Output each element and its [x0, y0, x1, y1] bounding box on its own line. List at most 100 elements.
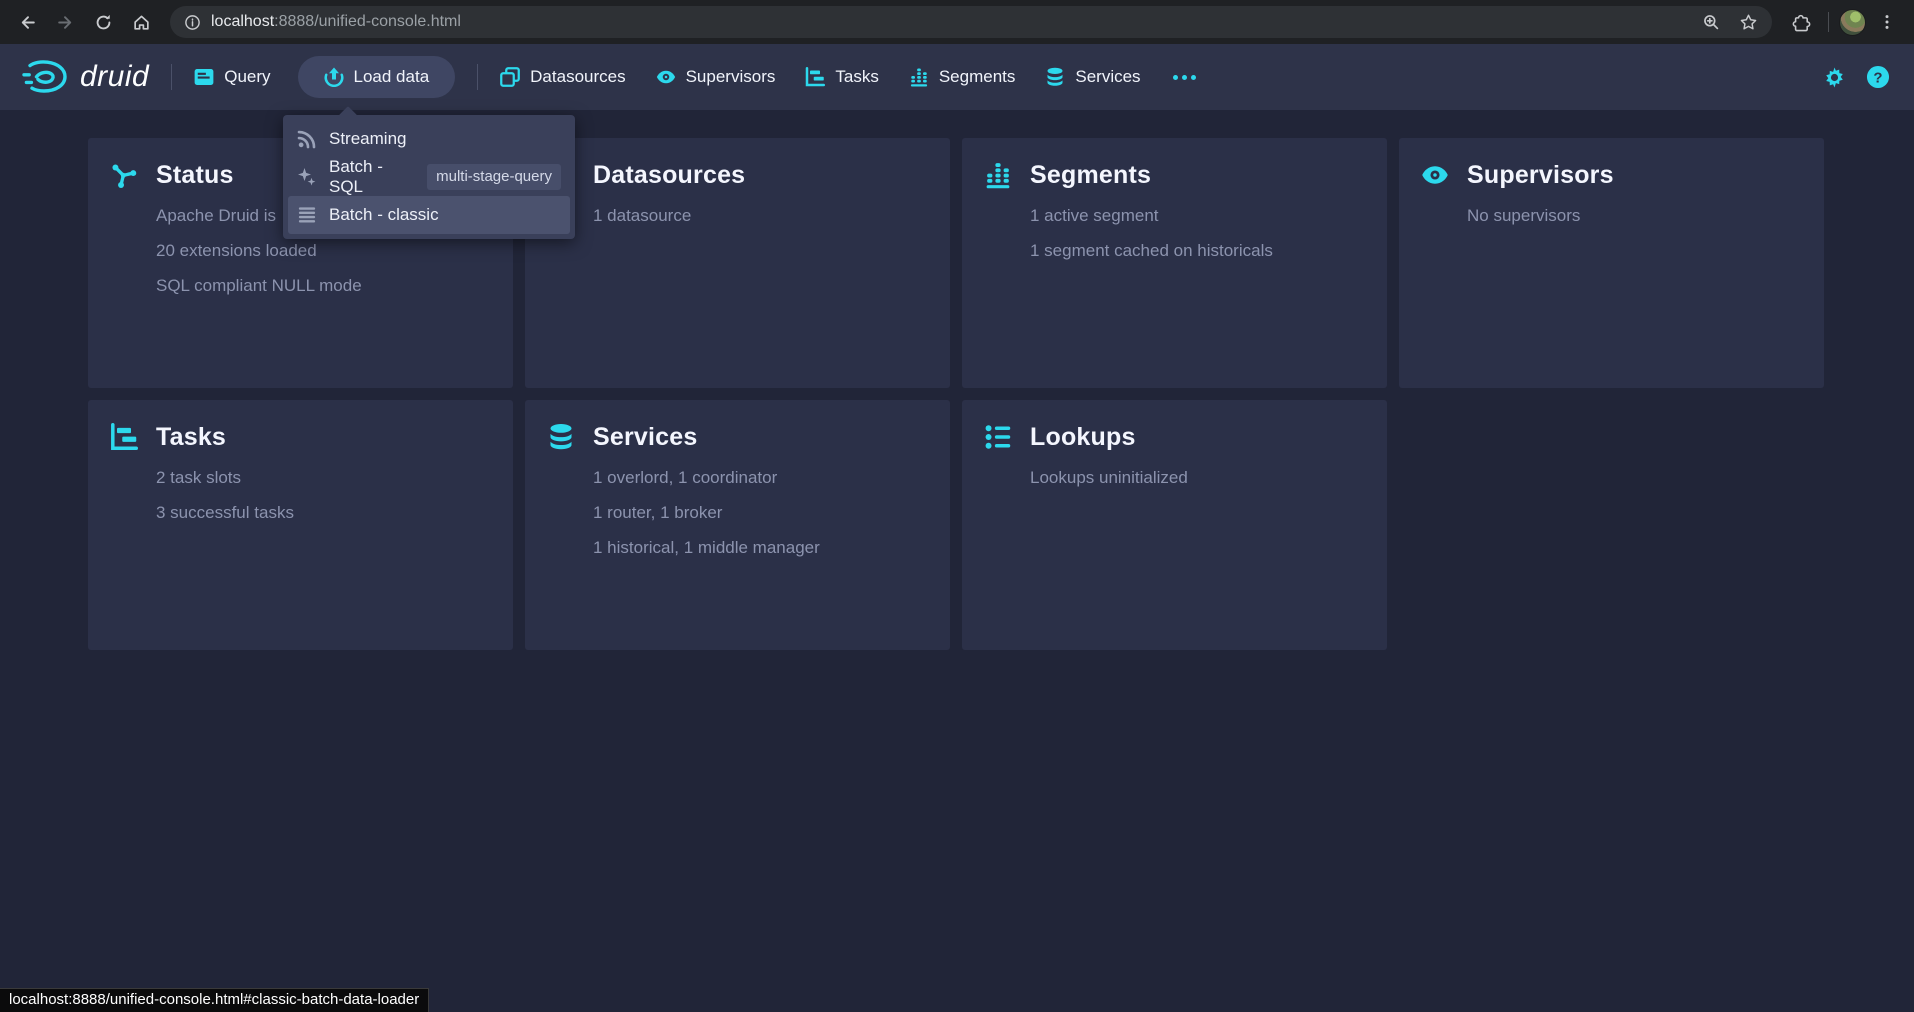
sparkles-icon — [297, 167, 317, 187]
card-title: Services — [593, 423, 697, 452]
settings-gear-button[interactable] — [1823, 66, 1846, 89]
services-database-icon — [1045, 67, 1065, 87]
back-arrow-icon — [18, 13, 37, 32]
nav-item-supervisors[interactable]: Supervisors — [656, 67, 776, 87]
help-question-icon: ? — [1866, 65, 1890, 89]
tasks-card[interactable]: Tasks 2 task slots 3 successful tasks — [88, 400, 513, 650]
card-title: Segments — [1030, 161, 1151, 190]
druid-wordmark: druid — [80, 60, 149, 94]
pulse-status-icon — [110, 161, 138, 189]
stacked-lines-icon — [297, 205, 317, 225]
services-line: 1 historical, 1 middle manager — [593, 530, 932, 565]
browser-profile-avatar[interactable] — [1839, 9, 1866, 36]
nav-item-label: Segments — [939, 67, 1016, 87]
eye-icon — [1421, 161, 1449, 189]
gantt-tasks-icon — [805, 67, 825, 87]
navbar-right: ? — [1823, 65, 1890, 89]
upload-icon — [324, 67, 344, 87]
card-title: Supervisors — [1467, 161, 1614, 190]
svg-text:?: ? — [1873, 69, 1882, 86]
nav-item-segments[interactable]: Segments — [909, 67, 1016, 87]
menu-item-batch-sql[interactable]: Batch - SQL multi-stage-query — [288, 158, 570, 196]
bookmark-star-icon[interactable] — [1739, 13, 1758, 32]
navbar-separator — [477, 64, 478, 90]
supervisors-card[interactable]: Supervisors No supervisors — [1399, 138, 1824, 388]
url-path: :8888/unified-console.html — [274, 13, 461, 30]
segments-card[interactable]: Segments 1 active segment 1 segment cach… — [962, 138, 1387, 388]
browser-back-button[interactable] — [10, 5, 44, 39]
address-bar[interactable]: localhost:8888/unified-console.html — [170, 6, 1772, 38]
load-data-menu: Streaming Batch - SQL multi-stage-query … — [283, 115, 575, 239]
druid-brand[interactable]: druid — [22, 60, 149, 94]
more-dots-icon — [1173, 75, 1178, 80]
nav-more-button[interactable] — [1167, 69, 1202, 86]
segments-chart-icon — [909, 67, 929, 87]
status-line: SQL compliant NULL mode — [156, 268, 495, 303]
lookups-card[interactable]: Lookups Lookups uninitialized — [962, 400, 1387, 650]
menu-item-label: Batch - SQL — [329, 157, 405, 197]
navbar-items: Datasources Supervisors Tasks Segments S… — [500, 67, 1201, 87]
browser-home-button[interactable] — [124, 5, 158, 39]
toolbar-separator — [1828, 12, 1829, 32]
segments-line: 1 segment cached on historicals — [1030, 233, 1369, 268]
nav-item-label: Load data — [354, 67, 430, 87]
nav-item-load-data[interactable]: Load data — [298, 56, 456, 98]
card-title: Datasources — [593, 161, 745, 190]
nav-item-tasks[interactable]: Tasks — [805, 67, 878, 87]
datasources-stack-icon — [500, 67, 520, 87]
menu-item-batch-classic[interactable]: Batch - classic — [288, 196, 570, 234]
druid-logo-icon — [22, 60, 70, 94]
nav-item-label: Supervisors — [686, 67, 776, 87]
nav-item-label: Tasks — [835, 67, 878, 87]
extensions-button[interactable] — [1784, 5, 1818, 39]
tasks-line: 2 task slots — [156, 460, 495, 495]
browser-menu-button[interactable] — [1870, 5, 1904, 39]
streaming-feed-icon — [297, 129, 317, 149]
services-database-icon — [547, 423, 575, 451]
url-text[interactable]: localhost:8888/unified-console.html — [211, 13, 1692, 31]
lookups-properties-icon — [984, 423, 1012, 451]
reload-icon — [94, 13, 113, 32]
datasources-line: 1 datasource — [593, 198, 932, 233]
card-title: Lookups — [1030, 423, 1136, 452]
query-icon — [194, 67, 214, 87]
home-icon — [132, 13, 151, 32]
navbar-separator — [171, 64, 172, 90]
nav-item-label: Services — [1075, 67, 1140, 87]
nav-item-label: Datasources — [530, 67, 625, 87]
nav-item-query[interactable]: Query — [194, 67, 270, 87]
nav-item-services[interactable]: Services — [1045, 67, 1140, 87]
zoom-icon[interactable] — [1702, 13, 1721, 32]
gantt-tasks-icon — [110, 423, 138, 451]
druid-navbar: druid Query Load data Datasources Superv… — [0, 44, 1914, 110]
info-circle-icon[interactable] — [184, 14, 201, 31]
lookups-line: Lookups uninitialized — [1030, 460, 1369, 495]
browser-toolbar: localhost:8888/unified-console.html — [0, 0, 1914, 44]
services-line: 1 overlord, 1 coordinator — [593, 460, 932, 495]
browser-forward-button[interactable] — [48, 5, 82, 39]
gear-icon — [1823, 66, 1846, 89]
datasources-card[interactable]: Datasources 1 datasource — [525, 138, 950, 388]
tasks-line: 3 successful tasks — [156, 495, 495, 530]
segments-chart-icon — [984, 161, 1012, 189]
link-status-bar: localhost:8888/unified-console.html#clas… — [0, 988, 429, 1012]
menu-item-streaming[interactable]: Streaming — [288, 120, 570, 158]
puzzle-icon — [1792, 13, 1811, 32]
eye-icon — [656, 67, 676, 87]
services-card[interactable]: Services 1 overlord, 1 coordinator 1 rou… — [525, 400, 950, 650]
help-button[interactable]: ? — [1866, 65, 1890, 89]
card-title: Tasks — [156, 423, 226, 452]
nav-item-datasources[interactable]: Datasources — [500, 67, 625, 87]
supervisors-line: No supervisors — [1467, 198, 1806, 233]
nav-item-label: Query — [224, 67, 270, 87]
segments-line: 1 active segment — [1030, 198, 1369, 233]
menu-item-label: Batch - classic — [329, 205, 439, 225]
cards-row-2: Tasks 2 task slots 3 successful tasks Se… — [88, 400, 1826, 650]
card-title: Status — [156, 161, 234, 190]
kebab-menu-icon — [1878, 13, 1896, 31]
services-line: 1 router, 1 broker — [593, 495, 932, 530]
menu-item-label: Streaming — [329, 129, 406, 149]
url-host: localhost — [211, 13, 274, 30]
browser-reload-button[interactable] — [86, 5, 120, 39]
forward-arrow-icon — [56, 13, 75, 32]
